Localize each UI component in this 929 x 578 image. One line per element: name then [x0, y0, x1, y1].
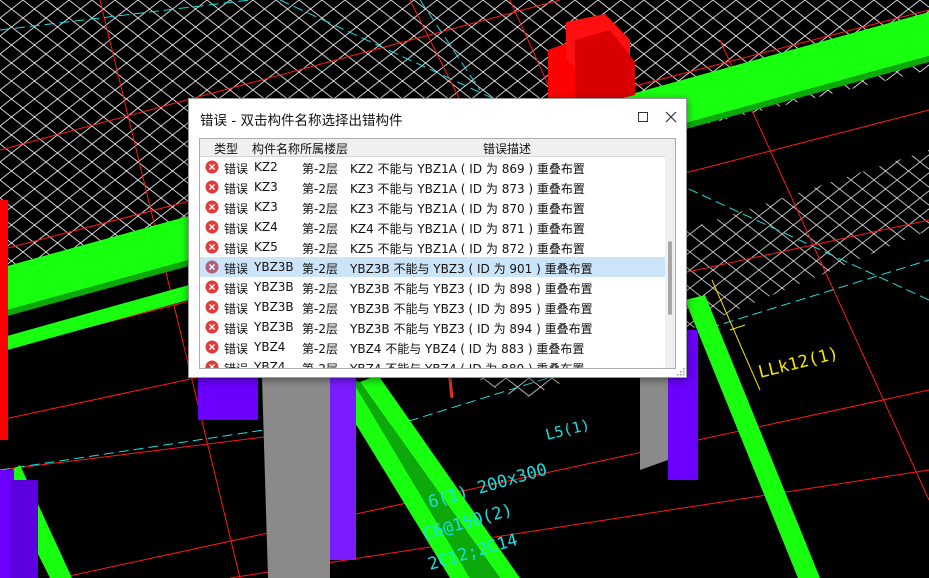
table-row[interactable]: 错误 KZ2 第-2层 KZ2 不能与 YBZ1A ( ID 为 869 ) 重叠布置 [200, 157, 665, 177]
cell-type: 错误 [224, 222, 249, 236]
table-row[interactable]: 错误 YBZ3B 第-2层 YBZ3B 不能与 YBZ3 ( ID 为 898 ) 重… [200, 277, 665, 297]
cell-name[interactable]: KZ3 [254, 180, 278, 194]
cell-name[interactable]: KZ3 [254, 200, 278, 214]
cell-type: 错误 [224, 182, 249, 196]
table-row[interactable]: 错误 KZ4 第-2层 KZ4 不能与 YBZ1A ( ID 为 871 ) 重叠布置 [200, 217, 665, 237]
cell-type: 错误 [224, 262, 249, 276]
column-header-name[interactable]: 构件名称 [252, 140, 300, 157]
cell-type: 错误 [224, 342, 249, 356]
cell-desc: KZ3 不能与 YBZ1A ( ID 为 873 ) 重叠布置 [350, 182, 585, 196]
cell-desc: YBZ3B 不能与 YBZ3 ( ID 为 894 ) 重叠布置 [350, 322, 593, 336]
cell-floor: 第-2层 [302, 202, 338, 216]
table-row[interactable]: 错误 KZ3 第-2层 KZ3 不能与 YBZ1A ( ID 为 873 ) 重叠布置 [200, 177, 665, 197]
table-row[interactable]: 错误 KZ5 第-2层 KZ5 不能与 YBZ1A ( ID 为 872 ) 重叠布置 [200, 237, 665, 257]
list-header: 类型 构件名称 所属楼层 错误描述 [200, 139, 665, 157]
error-icon [205, 180, 219, 194]
cell-type: 错误 [224, 202, 249, 216]
error-icon [205, 340, 219, 354]
cell-name[interactable]: YBZ4 [254, 340, 285, 354]
cell-desc: KZ3 不能与 YBZ1A ( ID 为 870 ) 重叠布置 [350, 202, 585, 216]
cell-desc: KZ2 不能与 YBZ1A ( ID 为 869 ) 重叠布置 [350, 162, 585, 176]
vertical-scrollbar[interactable] [665, 139, 675, 368]
cell-desc: YBZ3B 不能与 YBZ3 ( ID 为 898 ) 重叠布置 [350, 282, 593, 296]
cell-floor: 第-2层 [302, 362, 338, 369]
cell-desc: YBZ4 不能与 YBZ4 ( ID 为 883 ) 重叠布置 [350, 342, 585, 356]
column-header-desc[interactable]: 错误描述 [483, 140, 531, 157]
error-icon [205, 320, 219, 334]
error-icon [205, 240, 219, 254]
error-icon [205, 260, 219, 274]
error-icon [205, 300, 219, 314]
cell-name[interactable]: KZ5 [254, 240, 278, 254]
table-row[interactable]: 错误 YBZ3B 第-2层 YBZ3B 不能与 YBZ3 ( ID 为 894 ) 重… [200, 317, 665, 337]
cell-floor: 第-2层 [302, 322, 338, 336]
cell-floor: 第-2层 [302, 342, 338, 356]
cell-floor: 第-2层 [302, 222, 338, 236]
close-button[interactable] [657, 103, 685, 131]
maximize-icon [638, 112, 648, 122]
error-list[interactable]: 类型 构件名称 所属楼层 错误描述 错误 KZ2 第-2层 KZ2 不能与 YBZ1A… [199, 138, 676, 369]
table-row[interactable]: 错误 YBZ4 第-2层 YBZ4 不能与 YBZ4 ( ID 为 880 ) 重叠布… [200, 357, 665, 369]
cell-type: 错误 [224, 242, 249, 256]
cell-name[interactable]: YBZ3B [254, 280, 294, 294]
error-icon [205, 280, 219, 294]
cell-floor: 第-2层 [302, 242, 338, 256]
cell-floor: 第-2层 [302, 262, 338, 276]
resize-grip-icon[interactable] [675, 366, 685, 376]
column-header-floor[interactable]: 所属楼层 [300, 140, 348, 157]
dialog-titlebar[interactable]: 错误 - 双击构件名称选择出错构件 [189, 99, 686, 137]
table-row[interactable]: 错误 KZ3 第-2层 KZ3 不能与 YBZ1A ( ID 为 870 ) 重叠布置 [200, 197, 665, 217]
cell-type: 错误 [224, 362, 249, 369]
error-icon [205, 360, 219, 368]
cell-floor: 第-2层 [302, 182, 338, 196]
cell-name[interactable]: YBZ3B [254, 320, 294, 334]
cell-type: 错误 [224, 302, 249, 316]
cell-desc: KZ5 不能与 YBZ1A ( ID 为 872 ) 重叠布置 [350, 242, 585, 256]
cell-desc: KZ4 不能与 YBZ1A ( ID 为 871 ) 重叠布置 [350, 222, 585, 236]
table-row[interactable]: 错误 YBZ4 第-2层 YBZ4 不能与 YBZ4 ( ID 为 883 ) 重叠布… [200, 337, 665, 357]
cell-name[interactable]: KZ4 [254, 220, 278, 234]
cell-type: 错误 [224, 162, 249, 176]
table-row[interactable]: 错误 YBZ3B 第-2层 YBZ3B 不能与 YBZ3 ( ID 为 901 ) 重… [200, 257, 665, 277]
cell-name[interactable]: YBZ3B [254, 260, 294, 274]
cell-floor: 第-2层 [302, 302, 338, 316]
error-icon [205, 200, 219, 214]
cell-floor: 第-2层 [302, 162, 338, 176]
error-dialog: 错误 - 双击构件名称选择出错构件 类型 构件名称 所属楼层 错误描述 错误 KZ… [188, 98, 687, 378]
column-header-type[interactable]: 类型 [214, 140, 238, 157]
gray-wall [262, 378, 330, 578]
close-icon [665, 111, 677, 123]
cell-desc: YBZ3B 不能与 YBZ3 ( ID 为 901 ) 重叠布置 [350, 262, 593, 276]
cell-type: 错误 [224, 322, 249, 336]
cell-desc: YBZ4 不能与 YBZ4 ( ID 为 880 ) 重叠布置 [350, 362, 585, 369]
dialog-title: 错误 - 双击构件名称选择出错构件 [200, 113, 403, 129]
cell-type: 错误 [224, 282, 249, 296]
cell-floor: 第-2层 [302, 282, 338, 296]
maximize-button[interactable] [629, 103, 657, 131]
scroll-thumb[interactable] [668, 241, 672, 315]
table-row[interactable]: 错误 YBZ3B 第-2层 YBZ3B 不能与 YBZ3 ( ID 为 895 ) 重… [200, 297, 665, 317]
cell-desc: YBZ3B 不能与 YBZ3 ( ID 为 895 ) 重叠布置 [350, 302, 593, 316]
error-icon [205, 220, 219, 234]
cell-name[interactable]: YBZ3B [254, 300, 294, 314]
error-icon [205, 160, 219, 174]
cell-name[interactable]: YBZ4 [254, 360, 285, 368]
cell-name[interactable]: KZ2 [254, 160, 278, 174]
